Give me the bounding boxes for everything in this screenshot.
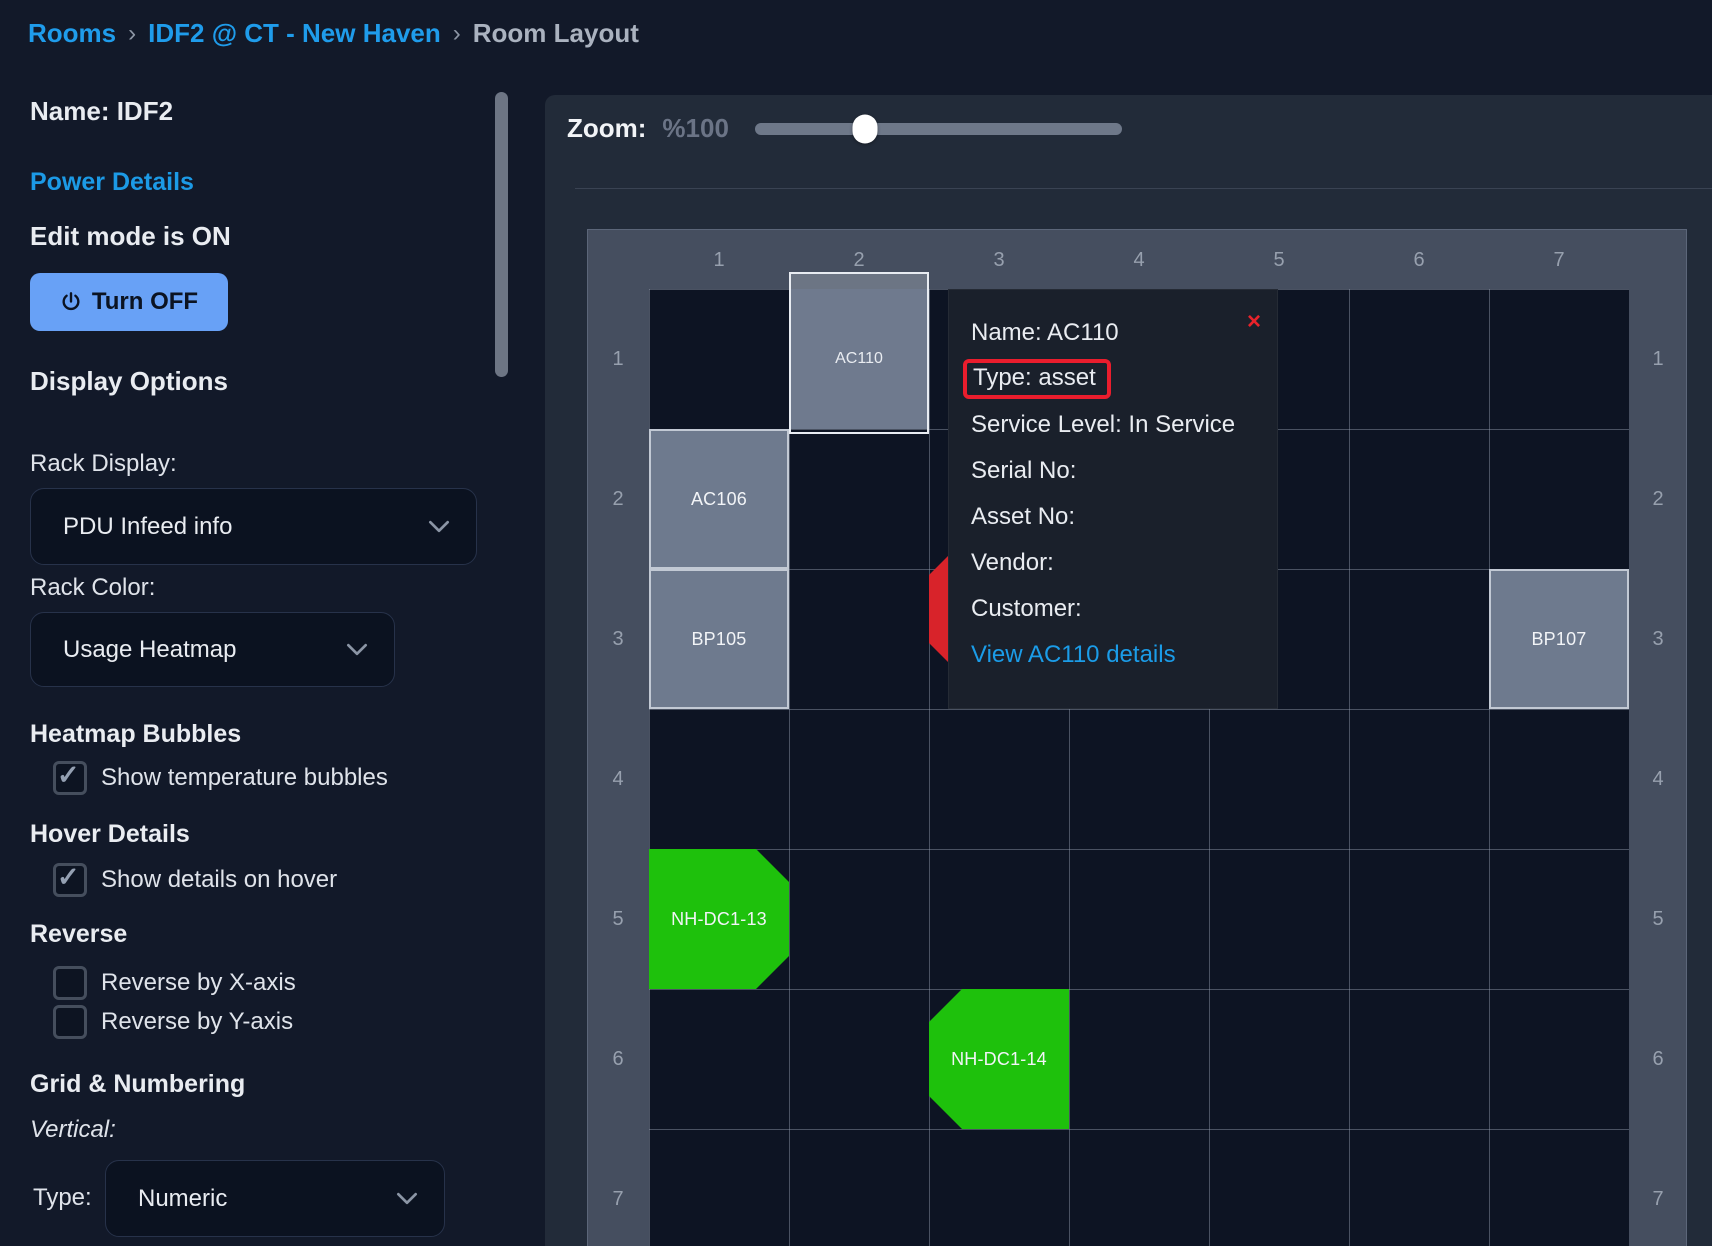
cell-label: AC106 xyxy=(691,489,747,510)
grid-cell-asset-green[interactable]: NH-DC1-13 xyxy=(649,849,789,989)
asset-details-tooltip: × Name: AC110 Type: asset Service Level:… xyxy=(948,289,1278,709)
show-hover-label: Show details on hover xyxy=(101,866,337,894)
row-label: 4 xyxy=(587,709,649,849)
tooltip-asset-no: Asset No: xyxy=(971,494,1277,540)
panel-divider xyxy=(575,188,1712,189)
chevron-down-icon xyxy=(346,643,368,656)
grid-cell-rack[interactable]: BP107 xyxy=(1489,569,1629,709)
tooltip-serial-no: Serial No: xyxy=(971,448,1277,494)
cell-label: BP107 xyxy=(1531,629,1586,650)
grid-cell-rack[interactable]: AC106 xyxy=(649,429,789,569)
row-label: 4 xyxy=(1629,709,1687,849)
cell-label: NH-DC1-13 xyxy=(671,909,767,930)
row-label: 5 xyxy=(1629,849,1687,989)
row-label: 2 xyxy=(1629,429,1687,569)
tooltip-name: Name: AC110 xyxy=(971,310,1277,356)
turn-off-label: Turn OFF xyxy=(92,288,198,316)
column-label: 7 xyxy=(1489,239,1629,281)
row-label: 1 xyxy=(1629,289,1687,429)
show-temp-bubbles-label: Show temperature bubbles xyxy=(101,764,388,792)
cell-label: AC110 xyxy=(835,350,883,368)
show-hover-checkbox[interactable] xyxy=(53,863,87,897)
zoom-value: %100 xyxy=(662,113,729,144)
heatmap-bubbles-heading: Heatmap Bubbles xyxy=(30,720,241,749)
cell-label: NH-DC1-14 xyxy=(951,1049,1047,1070)
reverse-y-row: Reverse by Y-axis xyxy=(53,1005,293,1039)
grid-cell-rack-selected[interactable]: AC110 xyxy=(789,272,929,434)
cell-body: AC110 xyxy=(791,289,927,429)
row-label: 5 xyxy=(587,849,649,989)
breadcrumb-rooms-link[interactable]: Rooms xyxy=(28,18,116,49)
breadcrumb-separator: › xyxy=(453,20,461,48)
display-options-heading: Display Options xyxy=(30,366,228,397)
row-label: 6 xyxy=(1629,989,1687,1129)
rack-color-value: Usage Heatmap xyxy=(63,636,236,664)
rack-display-value: PDU Infeed info xyxy=(63,513,232,541)
zoom-slider[interactable] xyxy=(755,123,1122,135)
zoom-slider-thumb[interactable] xyxy=(853,114,878,143)
vertical-type-select[interactable]: Numeric xyxy=(105,1160,445,1237)
reverse-x-label: Reverse by X-axis xyxy=(101,969,296,997)
rack-display-label: Rack Display: xyxy=(30,450,177,478)
row-label: 3 xyxy=(1629,569,1687,709)
tooltip-customer: Customer: xyxy=(971,586,1277,632)
power-details-link[interactable]: Power Details xyxy=(30,168,194,197)
column-label: 1 xyxy=(649,239,789,281)
room-name-label: Name: IDF2 xyxy=(30,96,173,127)
grid-cell-rack[interactable]: BP105 xyxy=(649,569,789,709)
breadcrumb-current: Room Layout xyxy=(473,18,639,49)
row-label: 6 xyxy=(587,989,649,1129)
row-label: 7 xyxy=(1629,1129,1687,1246)
row-label: 3 xyxy=(587,569,649,709)
sidebar-scrollbar[interactable] xyxy=(495,92,508,377)
column-label: 4 xyxy=(1069,239,1209,281)
tooltip-service-level: Service Level: In Service xyxy=(971,402,1277,448)
vertical-label: Vertical: xyxy=(30,1116,116,1144)
breadcrumb-separator: › xyxy=(128,20,136,48)
tooltip-vendor: Vendor: xyxy=(971,540,1277,586)
row-label: 1 xyxy=(587,289,649,429)
zoom-control: Zoom: %100 xyxy=(567,113,1122,144)
column-label: 5 xyxy=(1209,239,1349,281)
show-temp-bubbles-checkbox[interactable] xyxy=(53,761,87,795)
turn-off-button[interactable]: Turn OFF xyxy=(30,273,228,331)
tooltip-type-row: Type: asset xyxy=(971,356,1277,402)
column-label: 6 xyxy=(1349,239,1489,281)
reverse-heading: Reverse xyxy=(30,920,127,949)
close-icon[interactable]: × xyxy=(1247,310,1261,334)
breadcrumb: Rooms › IDF2 @ CT - New Haven › Room Lay… xyxy=(28,18,639,49)
grid-numbering-heading: Grid & Numbering xyxy=(30,1070,245,1099)
tooltip-type-highlighted: Type: asset xyxy=(963,359,1111,399)
show-hover-row: Show details on hover xyxy=(53,863,337,897)
show-temp-bubbles-row: Show temperature bubbles xyxy=(53,761,388,795)
breadcrumb-room-link[interactable]: IDF2 @ CT - New Haven xyxy=(148,18,441,49)
power-icon xyxy=(60,291,82,313)
reverse-y-checkbox[interactable] xyxy=(53,1005,87,1039)
rack-color-label: Rack Color: xyxy=(30,574,155,602)
reverse-x-row: Reverse by X-axis xyxy=(53,966,296,1000)
type-label: Type: xyxy=(33,1184,92,1212)
chevron-down-icon xyxy=(396,1192,418,1205)
column-label: 3 xyxy=(929,239,1069,281)
grid-cell-asset-green[interactable]: NH-DC1-14 xyxy=(929,989,1069,1129)
edit-mode-status: Edit mode is ON xyxy=(30,221,231,252)
zoom-label: Zoom: xyxy=(567,113,646,144)
room-layout-page: Rooms › IDF2 @ CT - New Haven › Room Lay… xyxy=(0,0,1712,1246)
view-details-link[interactable]: View AC110 details xyxy=(971,641,1176,669)
selection-extension xyxy=(791,274,927,289)
vertical-type-value: Numeric xyxy=(138,1185,227,1213)
hover-details-heading: Hover Details xyxy=(30,820,190,849)
cell-label: BP105 xyxy=(691,629,746,650)
reverse-x-checkbox[interactable] xyxy=(53,966,87,1000)
row-label: 2 xyxy=(587,429,649,569)
row-label: 7 xyxy=(587,1129,649,1246)
reverse-y-label: Reverse by Y-axis xyxy=(101,1008,293,1036)
chevron-down-icon xyxy=(428,520,450,533)
rack-color-select[interactable]: Usage Heatmap xyxy=(30,612,395,687)
rack-display-select[interactable]: PDU Infeed info xyxy=(30,488,477,565)
